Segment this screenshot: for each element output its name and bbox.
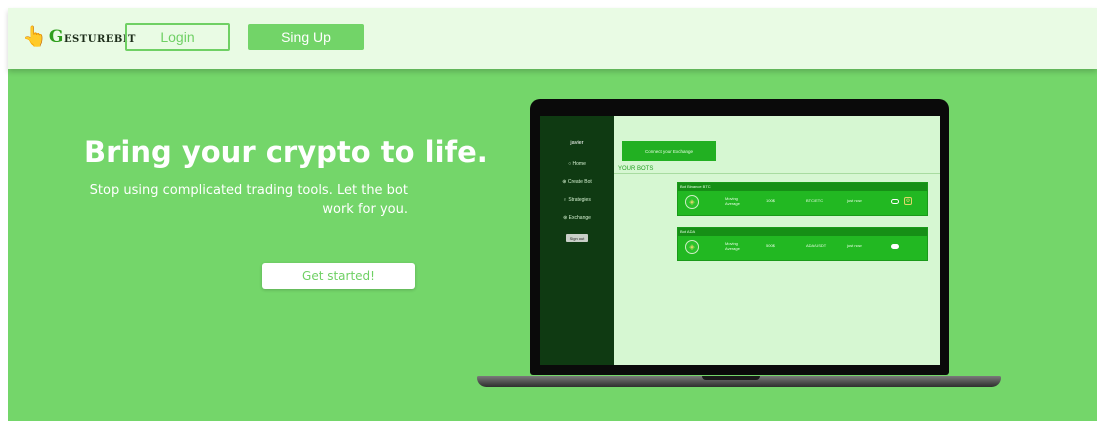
sidebar-username: javier bbox=[570, 140, 584, 146]
laptop-notch bbox=[702, 376, 760, 380]
bot-amount: 500$ bbox=[766, 243, 775, 248]
sidebar-item-strategies: ♀ Strategies bbox=[563, 197, 591, 203]
connect-exchange-button: Connect your Exchange bbox=[622, 141, 716, 161]
laptop-illustration: javier ○ Home ⊕ Create Bot ♀ Strategies … bbox=[530, 99, 949, 375]
plus-circle-icon: ⊕ bbox=[562, 179, 567, 185]
sidebar-item-home: ○ Home bbox=[568, 161, 586, 167]
bot-status: just now bbox=[847, 243, 862, 248]
app-sidebar: javier ○ Home ⊕ Create Bot ♀ Strategies … bbox=[540, 116, 614, 365]
bot-toggle bbox=[891, 244, 899, 249]
sidebar-item-create-bot: ⊕ Create Bot bbox=[562, 179, 592, 185]
get-started-button[interactable]: Get started! bbox=[262, 263, 415, 289]
home-icon: ○ bbox=[568, 161, 572, 167]
gear-icon: ⚙ bbox=[904, 197, 912, 205]
hero-section: Bring your crypto to life. Stop using co… bbox=[8, 69, 1097, 421]
signup-button[interactable]: Sing Up bbox=[248, 24, 364, 50]
bot-amount: 100$ bbox=[766, 198, 775, 203]
sign-out-button: Sign out bbox=[566, 234, 588, 242]
bot-status: just now bbox=[847, 198, 862, 203]
logo[interactable]: 👆 G ESTUREBIT bbox=[22, 27, 136, 47]
lightbulb-icon: ♀ bbox=[563, 197, 567, 203]
bot-toggle bbox=[891, 199, 899, 204]
bot-card: Bot ADA ◈ Moving Average 500$ ADA/USDT j… bbox=[677, 227, 928, 261]
bot-pair: BTC/ETC bbox=[806, 198, 824, 203]
sidebar-item-exchange: ⊛ Exchange bbox=[563, 215, 591, 221]
binance-coin-icon: ◈ bbox=[685, 195, 699, 209]
app-main: Connect your Exchange YOUR BOTS Bot Bina… bbox=[614, 116, 940, 365]
hero-subtitle: Stop using complicated trading tools. Le… bbox=[89, 183, 408, 217]
pointing-hand-icon: 👆 bbox=[22, 26, 47, 48]
logo-text: G ESTUREBIT bbox=[48, 27, 136, 47]
login-button[interactable]: Login bbox=[125, 23, 230, 51]
bot-name: Bot ADA bbox=[678, 228, 927, 236]
binance-coin-icon: ◈ bbox=[685, 240, 699, 254]
bot-strategy: Moving Average bbox=[725, 241, 740, 251]
navbar: 👆 G ESTUREBIT Login Sing Up bbox=[8, 8, 1097, 69]
bots-heading: YOUR BOTS bbox=[618, 166, 654, 172]
bot-card: Bot Binance BTC ◈ Moving Average 100$ BT… bbox=[677, 182, 928, 216]
laptop-screen: javier ○ Home ⊕ Create Bot ♀ Strategies … bbox=[540, 116, 940, 365]
divider bbox=[614, 173, 940, 174]
bot-pair: ADA/USDT bbox=[806, 243, 827, 248]
bot-strategy: Moving Average bbox=[725, 196, 740, 206]
bot-name: Bot Binance BTC bbox=[678, 183, 927, 191]
hero-title: Bring your crypto to life. bbox=[84, 135, 488, 169]
exchange-icon: ⊛ bbox=[563, 215, 568, 221]
